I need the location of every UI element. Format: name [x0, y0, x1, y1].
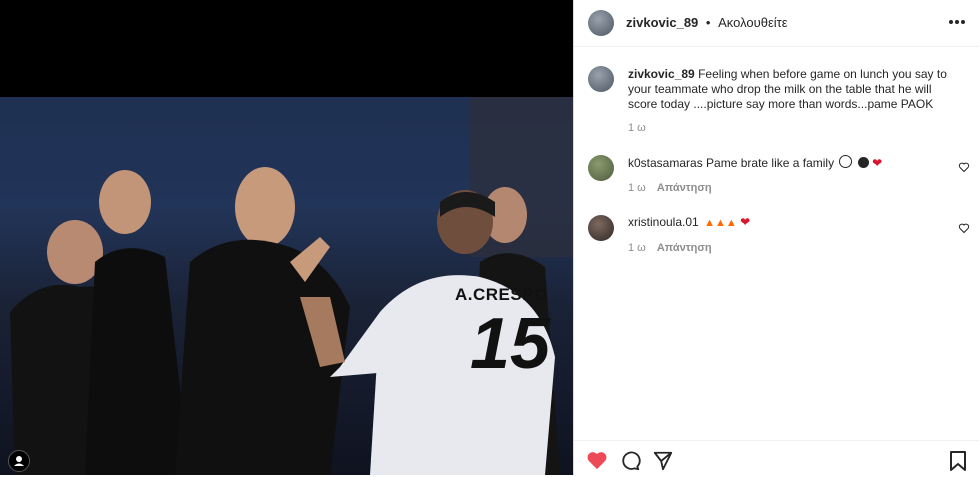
share-button-icon[interactable] [652, 450, 674, 477]
caption-avatar[interactable] [588, 66, 614, 92]
fire-icon: ▲ [725, 217, 737, 229]
comment-username[interactable]: xristinoula.01 [628, 215, 699, 229]
comment: k0stasamaras Pame brate like a family ❤ [628, 155, 948, 171]
caption-time[interactable]: 1 ω [628, 122, 646, 134]
action-bar [574, 440, 979, 476]
comment-like-icon[interactable] [958, 160, 970, 178]
more-options-icon[interactable] [946, 12, 968, 32]
jersey-number: 15 [470, 304, 551, 384]
fire-icon: ▲ [704, 217, 715, 229]
red-heart-icon: ❤ [740, 215, 751, 229]
comment-avatar[interactable] [588, 215, 614, 241]
comment-like-icon[interactable] [958, 221, 970, 239]
save-button-icon[interactable] [948, 450, 968, 477]
separator-dot: • [705, 15, 711, 30]
fire-icon: ▲ [714, 217, 726, 229]
comment-username[interactable]: k0stasamaras [628, 156, 703, 170]
white-circle-icon [839, 155, 853, 168]
comment-meta: 1 ω Απάντηση [628, 182, 712, 194]
post-header: zivkovic_89 • Ακολουθείτε [574, 0, 979, 47]
comment-avatar[interactable] [588, 155, 614, 181]
jersey-name: A.CRESPO [455, 285, 548, 304]
comment-text: Pame brate like a family [706, 156, 835, 170]
post-sidebar: zivkovic_89 • Ακολουθείτε zivkovic_89 Fe… [573, 0, 980, 475]
black-circle-icon [857, 157, 869, 168]
comment-time[interactable]: 1 ω [628, 182, 646, 194]
caption: zivkovic_89 Feeling when before game on … [628, 67, 963, 112]
following-label[interactable]: Ακολουθείτε [718, 15, 787, 30]
comment-time[interactable]: 1 ω [628, 242, 646, 254]
red-heart-icon: ❤ [872, 156, 883, 170]
reply-button[interactable]: Απάντηση [657, 242, 712, 254]
author-username[interactable]: zivkovic_89 [626, 15, 698, 30]
caption-username[interactable]: zivkovic_89 [628, 67, 695, 81]
comment-button-icon[interactable] [619, 450, 641, 477]
user-tag-icon[interactable] [8, 450, 30, 472]
like-button-icon[interactable] [586, 450, 608, 475]
comment: xristinoula.01 ▲▲▲ ❤ [628, 215, 948, 231]
comment-meta: 1 ω Απάντηση [628, 242, 712, 254]
post-media[interactable]: A.CRESPO 15 [0, 0, 573, 475]
reply-button[interactable]: Απάντηση [657, 182, 712, 194]
author-avatar[interactable] [588, 10, 614, 36]
post-photo: A.CRESPO 15 [0, 97, 573, 475]
